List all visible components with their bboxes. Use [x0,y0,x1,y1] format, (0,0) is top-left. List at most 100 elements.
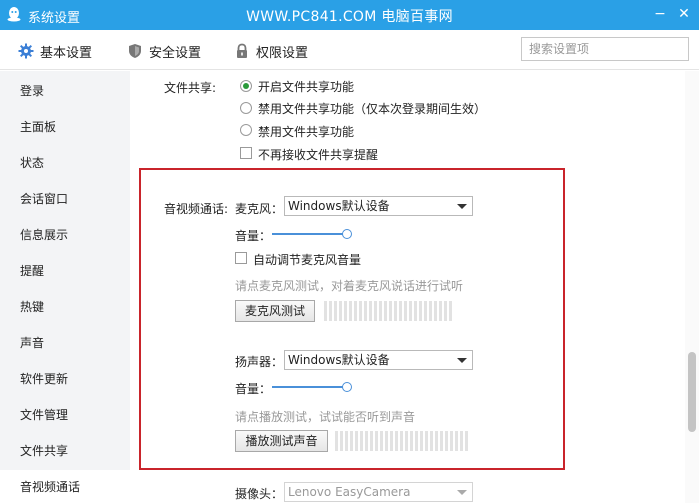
settings-search-input[interactable] [521,37,689,61]
radio-label[interactable]: 禁用文件共享功能 [258,123,354,140]
sidebar-item-main-panel[interactable]: 主面板 [0,110,130,144]
sidebar-item-hotkeys[interactable]: 热键 [0,290,130,324]
meter-segment [389,301,392,321]
speaker-volume-slider[interactable] [272,382,360,392]
speaker-level-meter [335,431,468,451]
meter-segment [379,301,382,321]
radio-label[interactable]: 禁用文件共享功能（仅本次登录期间生效） [258,100,486,117]
checkbox-label[interactable]: 不再接收文件共享提醒 [258,146,378,163]
meter-segment [345,431,348,451]
meter-segment [429,301,432,321]
meter-segment [364,301,367,321]
sidebar-item-chat-window[interactable]: 会话窗口 [0,182,130,216]
meter-segment [370,431,373,451]
content-scrollbar[interactable] [685,71,699,503]
meter-segment [404,301,407,321]
meter-segment [375,431,378,451]
meter-segment [434,301,437,321]
meter-segment [414,301,417,321]
slider-thumb[interactable] [342,382,352,392]
meter-segment [355,431,358,451]
sidebar-item-login[interactable]: 登录 [0,74,130,108]
tab-label: 安全设置 [149,45,202,61]
meter-segment [324,301,327,321]
meter-segment [395,431,398,451]
meter-segment [349,301,352,321]
checkbox-no-share-prompt[interactable] [240,147,252,159]
microphone-test-hint: 请点麦克风测试，对着麦克风说话进行试听 [235,279,464,293]
meter-segment [374,301,377,321]
sidebar-item-status[interactable]: 状态 [0,146,130,180]
meter-segment [340,431,343,451]
meter-segment [390,431,393,451]
meter-segment [449,301,452,321]
radio-disable-file-share-session[interactable] [240,102,252,114]
checkbox-auto-adjust-mic[interactable] [235,252,247,264]
tab-permission-settings[interactable]: 权限设置 [234,41,308,61]
meter-segment [399,301,402,321]
microphone-label: 麦克风： [235,202,284,216]
meter-segment [385,431,388,451]
sidebar-item-reminder[interactable]: 提醒 [0,254,130,288]
sidebar-item-sound[interactable]: 声音 [0,326,130,360]
sidebar-item-av-call[interactable]: 音视频通话 [0,470,130,503]
microphone-volume-label: 音量： [235,229,272,243]
select-value: Lenovo EasyCamera [288,485,411,499]
meter-segment [409,301,412,321]
select-value: Windows默认设备 [288,353,390,367]
camera-device-select[interactable]: Lenovo EasyCamera [284,482,473,502]
sidebar-item-info-display[interactable]: 信息展示 [0,218,130,252]
meter-segment [359,301,362,321]
meter-segment [394,301,397,321]
radio-enable-file-share[interactable] [240,80,252,92]
meter-segment [439,301,442,321]
meter-segment [460,431,463,451]
select-value: Windows默认设备 [288,199,390,213]
meter-segment [369,301,372,321]
tab-security-settings[interactable]: 安全设置 [127,41,201,61]
meter-segment [420,431,423,451]
minimize-button[interactable]: − [652,6,668,22]
meter-segment [339,301,342,321]
microphone-test-button[interactable]: 麦克风测试 [235,300,315,322]
checkbox-label[interactable]: 自动调节麦克风音量 [253,251,361,268]
chevron-down-icon [457,490,467,495]
speaker-test-hint: 请点播放测试，试试能否听到声音 [235,410,416,424]
av-call-label: 音视频通话: [164,202,229,216]
settings-tab-bar: 基本设置 安全设置 权限设置 [0,30,699,70]
radio-disable-file-share[interactable] [240,124,252,136]
chevron-down-icon [457,204,467,209]
scrollbar-thumb[interactable] [688,352,696,432]
tab-label: 权限设置 [256,45,309,61]
file-share-label: 文件共享: [164,81,217,95]
slider-thumb[interactable] [342,229,352,239]
slider-track [272,233,347,235]
microphone-volume-slider[interactable] [272,229,360,239]
meter-segment [365,431,368,451]
microphone-device-select[interactable]: Windows默认设备 [284,196,473,216]
meter-segment [329,301,332,321]
speaker-volume-label: 音量： [235,382,272,396]
close-button[interactable]: ✕ [676,6,692,22]
meter-segment [424,301,427,321]
meter-segment [450,431,453,451]
meter-segment [425,431,428,451]
speaker-test-button[interactable]: 播放测试声音 [235,430,328,452]
meter-segment [334,301,337,321]
settings-content: 文件共享: 开启文件共享功能 禁用文件共享功能（仅本次登录期间生效） 禁用文件共… [131,71,685,503]
sidebar-item-file-management[interactable]: 文件管理 [0,398,130,432]
sidebar-item-software-update[interactable]: 软件更新 [0,362,130,396]
meter-segment [415,431,418,451]
tab-basic-settings[interactable]: 基本设置 [18,41,92,61]
title-bar: 系统设置 WWW.PC841.COM 电脑百事网 − ✕ [0,0,699,30]
meter-segment [465,431,468,451]
radio-label[interactable]: 开启文件共享功能 [258,78,354,95]
microphone-level-meter [324,301,452,321]
sidebar-item-file-sharing[interactable]: 文件共享 [0,434,130,468]
meter-segment [400,431,403,451]
meter-segment [444,301,447,321]
watermark-text: WWW.PC841.COM 电脑百事网 [246,9,453,25]
speaker-label: 扬声器： [235,355,284,369]
speaker-device-select[interactable]: Windows默认设备 [284,350,473,370]
meter-segment [455,431,458,451]
